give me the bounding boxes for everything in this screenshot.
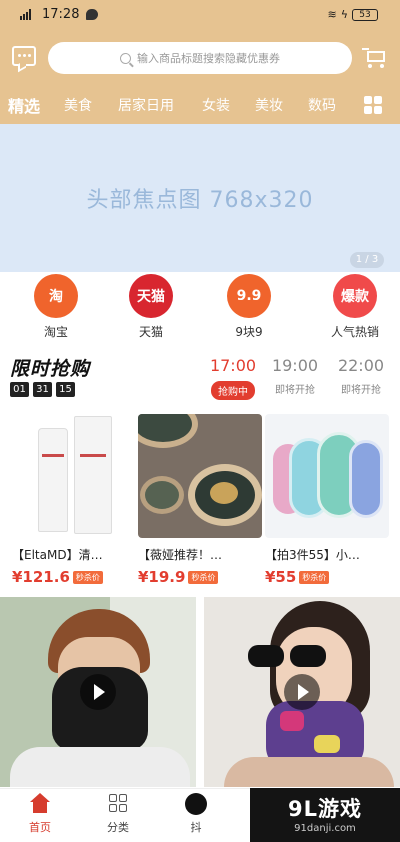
charging-icon: ϟ xyxy=(340,8,348,21)
slot-time: 17:00 xyxy=(209,356,257,375)
douyin-icon xyxy=(185,793,207,815)
nav-home[interactable]: 首页 xyxy=(10,793,70,835)
flash-price-badge: 秒杀价 xyxy=(188,570,219,584)
shortcut-label: 天猫 xyxy=(138,325,163,339)
flash-sale-title: 限时抢购 xyxy=(10,358,91,380)
cart-icon[interactable] xyxy=(362,46,388,68)
shortcut-row: 淘 淘宝 天猫 天猫 9.9 9块9 爆款 人气热销 xyxy=(0,274,400,344)
shortcut-9yuan[interactable]: 9.9 9块9 xyxy=(209,274,289,340)
product-image xyxy=(12,414,136,538)
product-image xyxy=(265,414,389,538)
video-card[interactable] xyxy=(204,597,400,787)
product-price: ¥121.6 xyxy=(12,568,70,586)
category-icon xyxy=(107,793,129,815)
nav-label: 抖 xyxy=(190,821,202,834)
tab-food[interactable]: 美食 xyxy=(64,95,92,115)
tab-beauty[interactable]: 美妆 xyxy=(255,95,283,115)
nav-label: 首页 xyxy=(29,821,51,834)
product-card[interactable]: 【拍3件55】小… ¥55 秒杀价 xyxy=(265,414,389,586)
tab-womens[interactable]: 女装 xyxy=(202,95,230,115)
flash-price-badge: 秒杀价 xyxy=(72,570,103,584)
hot-sale-icon: 爆款 xyxy=(333,274,377,318)
product-card[interactable]: 【薇娅推荐！… ¥19.9 秒杀价 xyxy=(138,414,262,586)
product-name: 【薇娅推荐！… xyxy=(138,548,223,562)
product-name: 【EltaMD】清… xyxy=(12,548,103,562)
slot-status: 抢购中 xyxy=(211,381,255,400)
shortcut-label: 9块9 xyxy=(235,325,263,339)
banner-text: 头部焦点图 768x320 xyxy=(86,188,314,213)
time-slot-2200[interactable]: 22:00 即将开抢 xyxy=(330,356,392,396)
countdown-hours: 01 xyxy=(10,382,29,397)
video-card[interactable] xyxy=(0,597,196,787)
focus-banner[interactable]: 头部焦点图 768x320 xyxy=(0,124,400,272)
slot-status: 即将开抢 xyxy=(341,385,381,396)
product-price: ¥55 xyxy=(265,568,297,586)
tab-featured[interactable]: 精选 xyxy=(8,93,40,117)
battery-icon: 53 xyxy=(352,8,378,21)
tmall-icon: 天猫 xyxy=(129,274,173,318)
search-placeholder: 输入商品标题搜索隐藏优惠券 xyxy=(137,52,280,65)
product-card[interactable]: 【EltaMD】清… ¥121.6 秒杀价 xyxy=(12,414,136,586)
home-icon xyxy=(29,793,51,815)
flash-countdown: 01 31 15 xyxy=(10,382,75,397)
taobao-icon: 淘 xyxy=(34,274,78,318)
product-price: ¥19.9 xyxy=(138,568,186,586)
chat-notification-icon xyxy=(86,9,98,20)
shortcut-taobao[interactable]: 淘 淘宝 xyxy=(16,274,96,340)
site-watermark: 9L游戏 91danji.com xyxy=(250,788,400,842)
category-tabs: 精选 美食 居家日用 女装 美妆 数码 xyxy=(0,90,400,120)
flash-price-badge: 秒杀价 xyxy=(299,570,330,584)
slot-time: 22:00 xyxy=(337,356,385,375)
message-icon[interactable] xyxy=(12,46,36,66)
time-slot-1900[interactable]: 19:00 即将开抢 xyxy=(264,356,326,396)
tab-digital[interactable]: 数码 xyxy=(308,95,336,115)
slot-status: 即将开抢 xyxy=(275,385,315,396)
shortcut-tmall[interactable]: 天猫 天猫 xyxy=(111,274,191,340)
grid-menu-icon[interactable] xyxy=(364,96,382,114)
shortcut-hot[interactable]: 爆款 人气热销 xyxy=(315,274,395,340)
watermark-brand: 9L游戏 xyxy=(288,797,362,821)
shortcut-label: 人气热销 xyxy=(330,325,379,339)
nav-label: 分类 xyxy=(107,821,129,834)
product-image xyxy=(138,414,262,538)
app-header: 17:28 ≋ ϟ 53 输入商品标题搜索隐藏优惠券 精选 美食 居家日用 女装… xyxy=(0,0,400,124)
nav-category[interactable]: 分类 xyxy=(88,793,148,835)
shortcut-label: 淘宝 xyxy=(43,325,68,339)
countdown-minutes: 31 xyxy=(33,382,52,397)
banner-pager: 1 / 3 xyxy=(350,252,384,268)
play-icon[interactable] xyxy=(284,674,320,710)
signal-icon xyxy=(20,9,31,20)
status-time: 17:28 xyxy=(42,7,80,22)
watermark-site: 91danji.com xyxy=(294,823,356,834)
product-name: 【拍3件55】小… xyxy=(265,548,360,562)
search-input[interactable]: 输入商品标题搜索隐藏优惠券 xyxy=(48,42,352,74)
countdown-seconds: 15 xyxy=(56,382,75,397)
play-icon[interactable] xyxy=(80,674,116,710)
slot-time: 19:00 xyxy=(271,356,319,375)
tab-home-goods[interactable]: 居家日用 xyxy=(118,95,174,115)
nine-nine-icon: 9.9 xyxy=(227,274,271,318)
status-bar: 17:28 ≋ ϟ 53 xyxy=(0,0,400,30)
time-slot-1700[interactable]: 17:00 抢购中 xyxy=(202,356,264,400)
wifi-icon: ≋ xyxy=(327,8,337,21)
search-icon xyxy=(120,52,131,64)
nav-douyin[interactable]: 抖 xyxy=(166,793,226,835)
